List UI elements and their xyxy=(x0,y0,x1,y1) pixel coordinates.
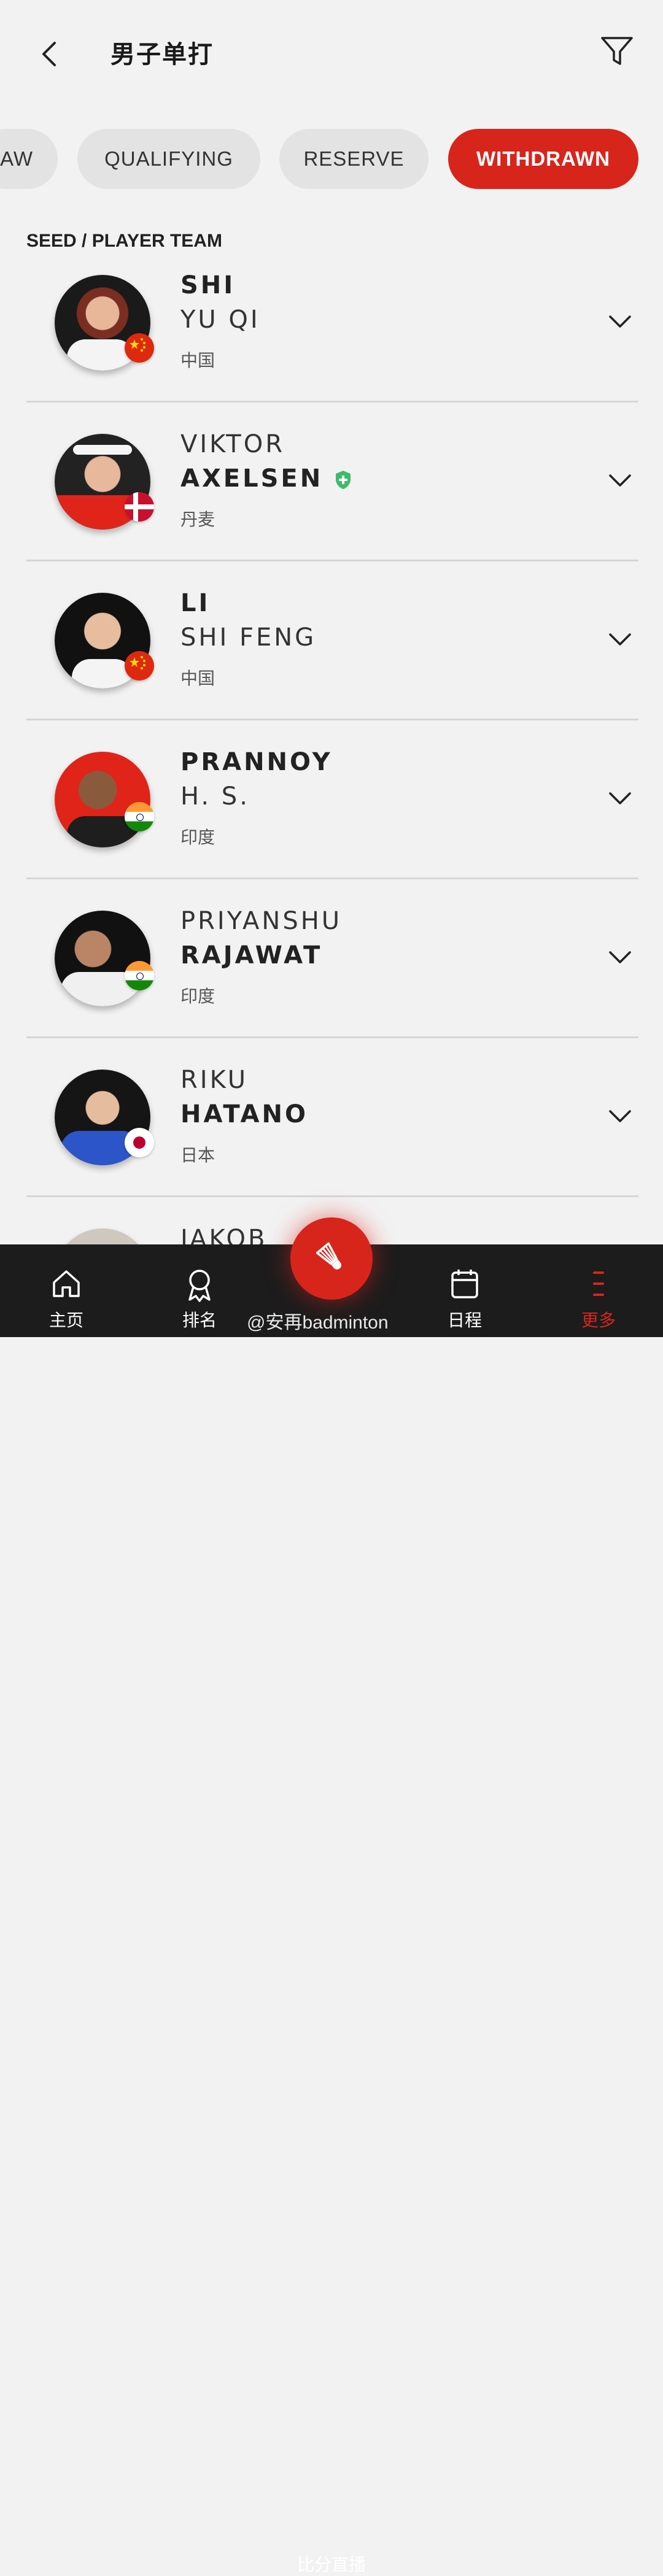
filter-button[interactable] xyxy=(598,32,636,70)
player-last-name: RAJAWAT xyxy=(180,941,323,970)
player-country: 丹麦 xyxy=(180,509,215,530)
tab-reserve[interactable]: RESERVE xyxy=(279,129,428,189)
more-icon xyxy=(593,1271,604,1296)
denmark-flag-icon xyxy=(125,492,154,522)
player-last-name: HATANO xyxy=(180,1100,308,1128)
chevron-down-icon[interactable] xyxy=(607,944,634,971)
page-title: 男子单打 xyxy=(110,40,214,69)
back-button[interactable] xyxy=(32,37,66,71)
medal-icon xyxy=(188,1270,211,1302)
player-row[interactable]: RIKU HATANO 日本 xyxy=(26,1059,638,1217)
player-avatar xyxy=(55,752,150,847)
nav-ranking[interactable]: 排名 xyxy=(150,1244,249,1337)
player-country: 中国 xyxy=(180,350,215,371)
nav-more-label: 更多 xyxy=(581,1310,616,1330)
player-row[interactable]: SHI YU QI 中国 xyxy=(26,264,638,422)
player-first-name: RIKU xyxy=(180,1066,249,1094)
player-last-name: SHI FENG xyxy=(180,623,317,652)
player-last-name-text: AXELSEN xyxy=(180,465,324,493)
chevron-down-icon[interactable] xyxy=(607,467,634,494)
nav-schedule-label: 日程 xyxy=(447,1310,482,1330)
player-country: 日本 xyxy=(180,1145,215,1165)
nav-home[interactable]: 主页 xyxy=(17,1244,115,1337)
player-first-name: VIKTOR xyxy=(180,430,285,458)
tab-withdrawn[interactable]: WITHDRAWN xyxy=(448,129,638,189)
row-divider xyxy=(26,560,638,561)
player-row[interactable]: PRIYANSHU RAJAWAT 印度 xyxy=(26,900,638,1058)
chevron-left-icon xyxy=(42,42,56,66)
chevron-down-icon[interactable] xyxy=(607,1103,634,1130)
tab-qualifying[interactable]: QUALIFYING xyxy=(77,129,260,189)
shield-plus-icon xyxy=(336,471,351,489)
nav-live-label: 比分直播 xyxy=(297,2555,366,2575)
player-row[interactable]: LI SHI FENG 中国 xyxy=(26,582,638,740)
row-divider xyxy=(26,719,638,720)
player-country: 中国 xyxy=(180,668,215,688)
calendar-icon xyxy=(451,1270,478,1298)
player-last-name: YU QI xyxy=(180,306,260,334)
player-country: 印度 xyxy=(180,827,215,847)
india-flag-icon xyxy=(125,961,154,990)
player-first-name: LI xyxy=(180,589,211,617)
player-first-name: PRIYANSHU xyxy=(180,907,343,935)
shuttlecock-icon xyxy=(316,1242,341,1270)
player-last-name: AXELSEN xyxy=(180,465,352,493)
china-flag-icon xyxy=(125,333,154,363)
chevron-down-icon[interactable] xyxy=(607,308,634,335)
china-flag-icon xyxy=(125,651,154,681)
row-divider xyxy=(26,1195,638,1197)
tab-main-draw[interactable]: AW xyxy=(0,129,58,189)
nav-schedule[interactable]: 日程 xyxy=(416,1244,514,1337)
japan-flag-icon xyxy=(125,1128,154,1157)
player-country: 印度 xyxy=(180,986,215,1006)
nav-home-label: 主页 xyxy=(48,1310,83,1330)
filter-icon xyxy=(601,37,633,65)
nav-ranking-label: 排名 xyxy=(182,1310,217,1330)
player-last-name: H. S. xyxy=(180,782,250,811)
india-flag-icon xyxy=(125,802,154,831)
chevron-down-icon[interactable] xyxy=(607,785,634,812)
player-row[interactable]: PRANNOY H. S. 印度 xyxy=(26,741,638,899)
nav-more[interactable]: 更多 xyxy=(549,1244,648,1337)
player-avatar xyxy=(55,1228,150,1244)
list-column-header: SEED / PLAYER TEAM xyxy=(26,231,222,251)
live-score-button[interactable] xyxy=(290,1217,373,1300)
player-first-name: PRANNOY xyxy=(180,748,333,776)
row-divider xyxy=(26,401,638,403)
player-avatar xyxy=(55,911,150,1006)
chevron-down-icon[interactable] xyxy=(607,626,634,653)
row-divider xyxy=(26,1036,638,1038)
header-bar: 男子单打 xyxy=(0,0,663,104)
player-row[interactable]: VIKTOR AXELSEN 丹麦 xyxy=(26,423,638,581)
category-tabs: AW QUALIFYING RESERVE WITHDRAWN xyxy=(0,129,663,190)
watermark-text: @安再badminton xyxy=(247,1313,389,1333)
home-icon xyxy=(53,1270,80,1297)
player-first-name: SHI xyxy=(180,271,236,299)
row-divider xyxy=(26,877,638,879)
player-first-name: JAKOB xyxy=(180,1225,268,1244)
